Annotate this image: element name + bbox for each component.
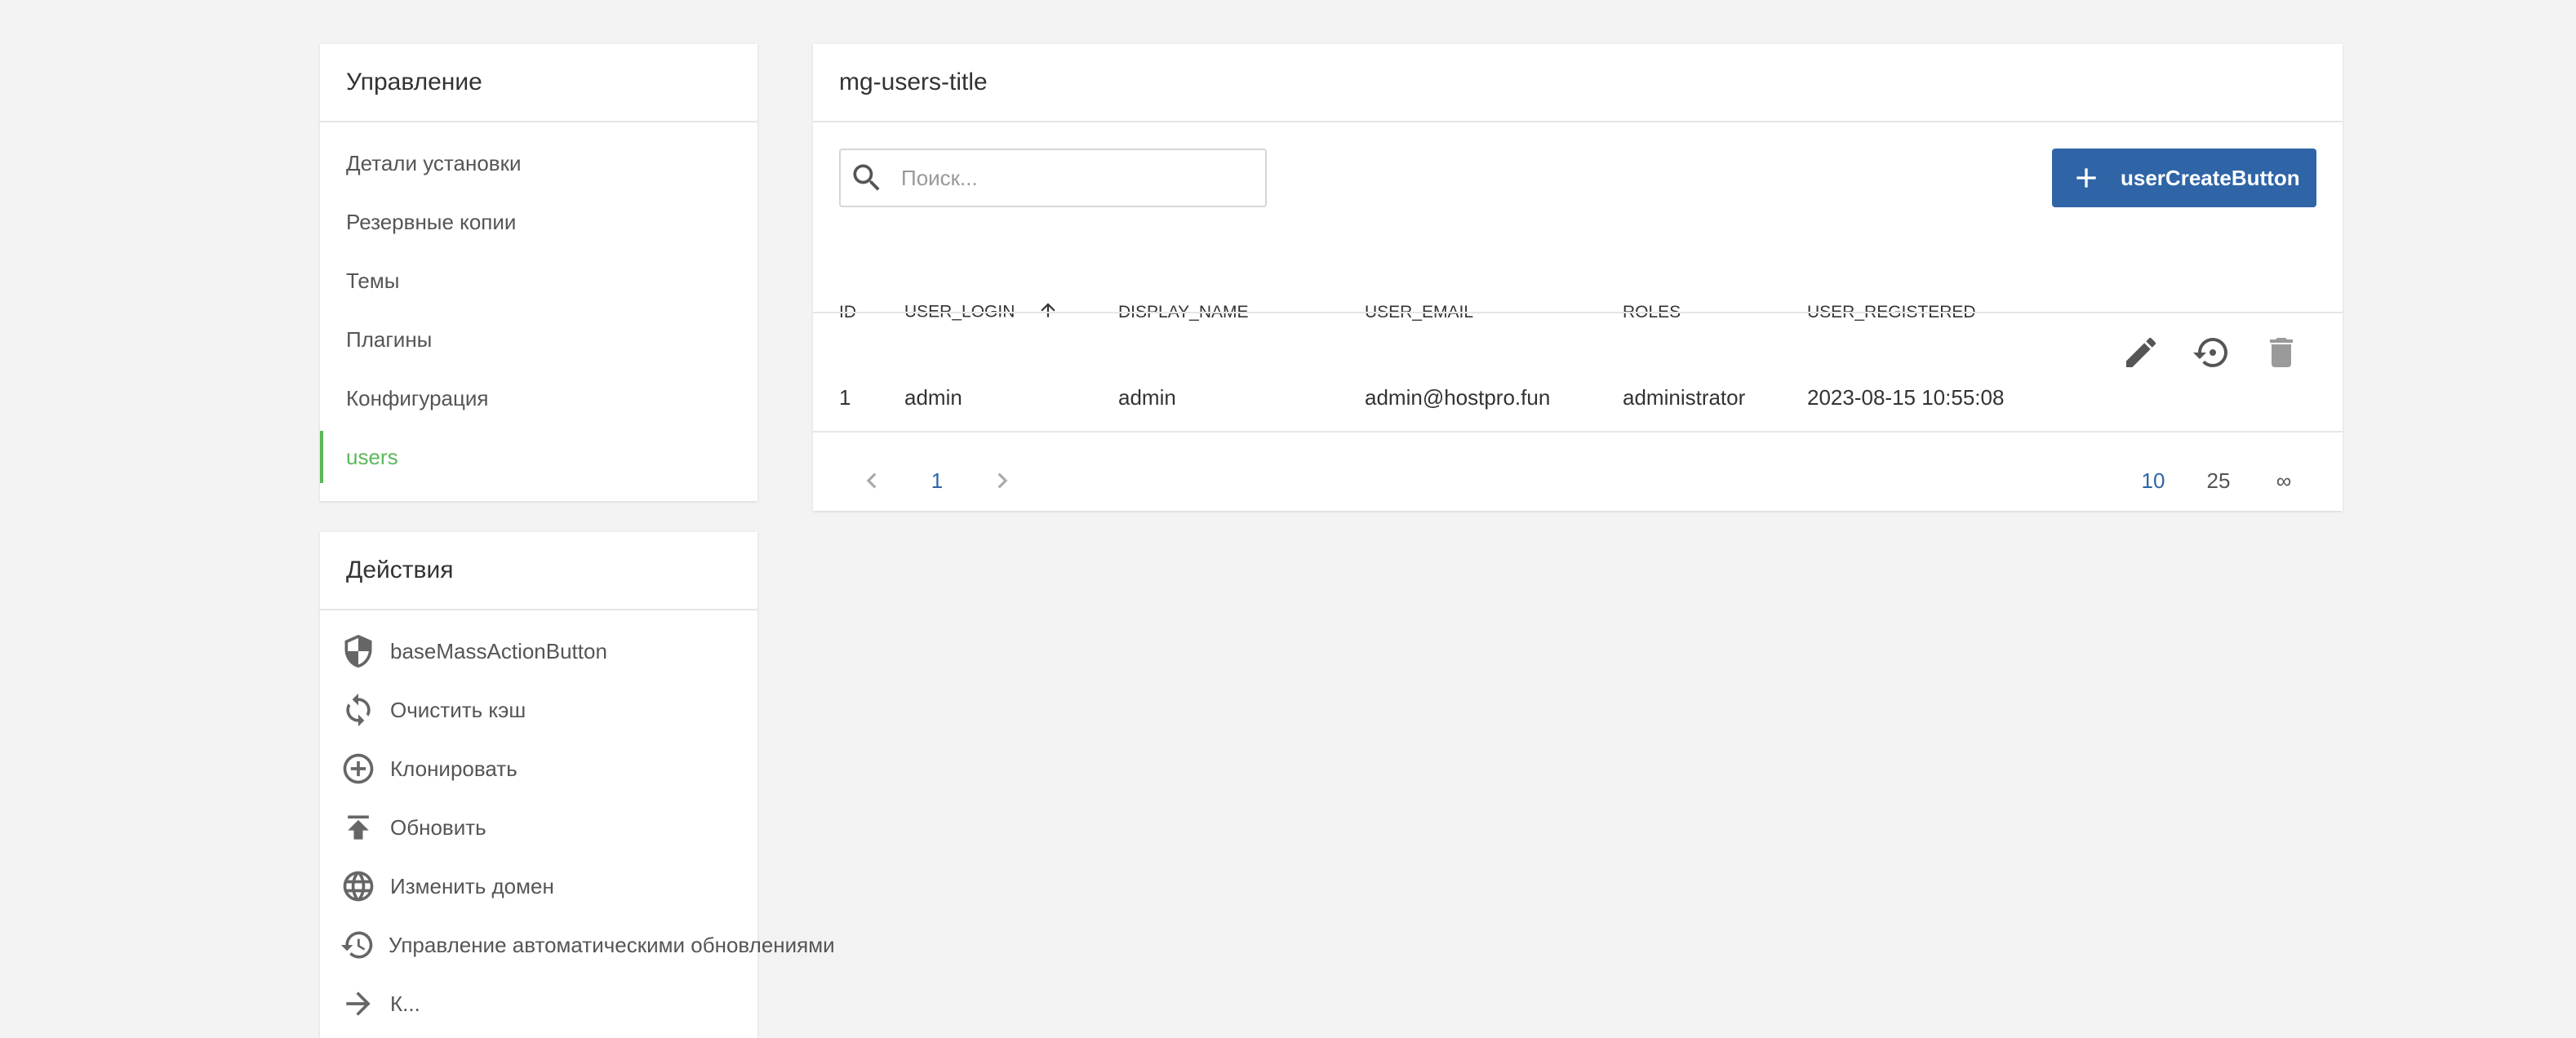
actions-title: Действия [320, 532, 757, 610]
users-title: mg-users-title [813, 44, 2343, 122]
search-box [839, 149, 1267, 207]
nav-item-backups[interactable]: Резервные копии [320, 193, 757, 251]
cell-display-name: admin [1118, 384, 1176, 410]
auto-updates-button[interactable]: Управление автоматическими обновлениями [320, 916, 835, 974]
nav-item-users[interactable]: users [320, 428, 757, 486]
per-page-option-all[interactable]: ∞ [2251, 460, 2316, 501]
refresh-icon [340, 691, 377, 729]
clear-cache-button[interactable]: Очистить кэш [320, 681, 757, 739]
management-nav: Детали установки Резервные копии Темы Пл… [320, 122, 757, 486]
next-action-label: К... [390, 991, 420, 1016]
cell-roles: administrator [1623, 384, 1746, 410]
cell-id: 1 [839, 384, 851, 410]
table-header-divider [813, 312, 2343, 313]
update-label: Обновить [390, 814, 486, 840]
upload-icon [340, 809, 377, 846]
nav-item-configuration[interactable]: Конфигурация [320, 369, 757, 428]
history-icon [340, 926, 375, 964]
clone-label: Клонировать [390, 756, 517, 781]
restore-icon [2193, 338, 2227, 367]
per-page-selector: 10 25 ∞ [2121, 460, 2316, 501]
user-create-label: userCreateButton [2121, 165, 2300, 190]
cell-user-registered: 2023-08-15 10:55:08 [1807, 384, 2005, 410]
row-actions [2106, 333, 2316, 372]
nav-item-installation-details[interactable]: Детали установки [320, 134, 757, 193]
chevron-right-icon [997, 472, 1008, 489]
chevron-left-icon [866, 472, 877, 489]
clear-cache-label: Очистить кэш [390, 697, 526, 722]
update-button[interactable]: Обновить [320, 798, 757, 857]
auto-updates-label: Управление автоматическими обновлениями [389, 932, 835, 957]
change-domain-label: Изменить домен [390, 873, 554, 898]
management-title: Управление [320, 44, 757, 122]
clone-icon [340, 750, 377, 787]
user-create-button[interactable]: userCreateButton [2052, 149, 2316, 207]
table-footer-divider [813, 431, 2343, 432]
plus-icon [2076, 168, 2096, 188]
reset-password-button[interactable] [2176, 333, 2246, 372]
change-domain-button[interactable]: Изменить домен [320, 857, 757, 916]
cell-user-login: admin [904, 384, 962, 410]
pencil-icon [2126, 337, 2156, 367]
users-table: ID USER_LOGIN DISPLAY_NAME USER_EMAIL RO… [839, 268, 2052, 437]
actions-panel: Действия baseMassActionButton Очистить к… [320, 532, 835, 1038]
mass-action-label: baseMassActionButton [390, 638, 607, 663]
clone-button[interactable]: Клонировать [320, 739, 757, 798]
next-page-button[interactable] [970, 460, 1035, 501]
nav-item-plugins[interactable]: Плагины [320, 310, 757, 369]
arrow-right-icon [340, 985, 377, 1022]
search-input[interactable] [899, 164, 1229, 192]
next-action-button[interactable]: К... [320, 974, 757, 1033]
per-page-option-25[interactable]: 25 [2186, 460, 2251, 501]
previous-page-button[interactable] [839, 460, 904, 501]
cell-user-email: admin@hostpro.fun [1365, 384, 1551, 410]
users-panel: mg-users-title userCreateButton ID USER_… [813, 44, 2343, 511]
globe-icon [340, 867, 377, 905]
mass-action-button[interactable]: baseMassActionButton [320, 622, 757, 681]
nav-item-themes[interactable]: Темы [320, 251, 757, 310]
edit-button[interactable] [2106, 333, 2176, 372]
shield-icon [340, 632, 377, 670]
delete-button[interactable] [2246, 333, 2316, 372]
actions-list: baseMassActionButton Очистить кэш Клонир… [320, 610, 835, 1033]
per-page-option-10[interactable]: 10 [2121, 460, 2186, 501]
pagination: 1 [839, 460, 1035, 501]
page-number-current[interactable]: 1 [904, 460, 970, 501]
management-panel: Управление Детали установки Резервные ко… [320, 44, 757, 501]
users-toolbar: userCreateButton [839, 149, 2316, 209]
search-icon [853, 164, 880, 191]
trash-icon [2270, 338, 2293, 367]
table-row: 1 admin admin admin@hostpro.fun administ… [839, 357, 2052, 437]
